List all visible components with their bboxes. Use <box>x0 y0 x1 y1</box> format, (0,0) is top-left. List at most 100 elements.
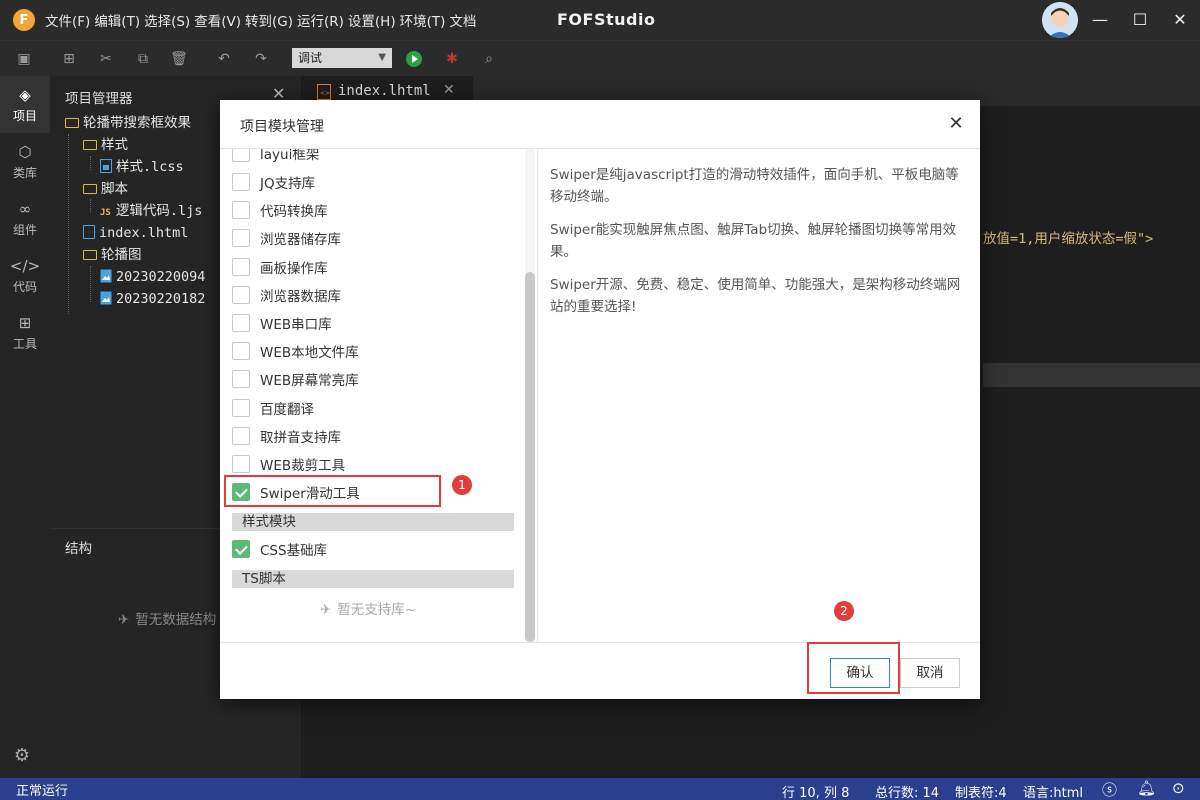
dollar-icon[interactable]: ⓢ <box>1102 779 1117 800</box>
library-label: 取拼音支持库 <box>260 430 341 446</box>
menu-file[interactable]: 文件(F) <box>45 10 90 30</box>
library-list[interactable]: layui框架 JQ支持库 代码转换库 浏览器储存库 画板操作库 浏览器数据库 … <box>220 149 535 642</box>
activity-code[interactable]: </> 代码 <box>0 247 50 304</box>
avatar-icon <box>1042 2 1078 38</box>
close-window-icon[interactable]: ✕ <box>1168 8 1192 32</box>
checkbox[interactable] <box>232 173 250 191</box>
library-item[interactable]: 代码转换库 <box>232 196 328 224</box>
menu-run[interactable]: 运行(R) <box>297 10 344 30</box>
checkbox-checked[interactable] <box>232 540 250 558</box>
tree-guide <box>68 134 69 314</box>
activity-project-label: 项目 <box>12 108 37 123</box>
menu-goto[interactable]: 转到(G) <box>245 10 293 30</box>
library-item[interactable]: 画板操作库 <box>232 253 328 281</box>
checkbox[interactable] <box>232 342 250 360</box>
library-label: 画板操作库 <box>260 261 328 277</box>
bell-icon[interactable]: 🔔︎ <box>1137 779 1156 797</box>
library-item[interactable]: WEB屏幕常亮库 <box>232 365 359 393</box>
checkbox[interactable] <box>232 455 250 473</box>
library-item[interactable]: 百度翻译 <box>232 394 314 422</box>
maximize-icon[interactable]: ☐ <box>1128 8 1152 32</box>
annotation-box-swiper <box>224 475 441 507</box>
tree-file-lhtml[interactable]: index.lhtml <box>83 222 188 244</box>
tree-folder-script[interactable]: 脚本 <box>83 178 128 200</box>
save-icon[interactable]: ▣ <box>15 50 33 68</box>
checkbox[interactable] <box>232 399 250 417</box>
checkbox[interactable] <box>232 229 250 247</box>
checkbox[interactable] <box>232 314 250 332</box>
app-title: FOFStudio <box>557 10 656 29</box>
checkbox[interactable] <box>232 201 250 219</box>
code-line[interactable]: 放值=1,用户缩放状态=假"> <box>983 227 1153 247</box>
copy-icon[interactable]: ⧉ <box>134 50 152 68</box>
redo-icon[interactable]: ↷ <box>252 50 270 68</box>
new-file-icon[interactable]: ⊞ <box>60 50 78 68</box>
section-style-modules: 样式模块 <box>232 513 514 531</box>
menu-select[interactable]: 选择(S) <box>144 10 190 30</box>
library-item[interactable]: WEB裁剪工具 <box>232 450 345 478</box>
activity-components[interactable]: ∞ 组件 <box>0 190 50 247</box>
library-item[interactable]: 取拼音支持库 <box>232 422 341 450</box>
status-state: 正常运行 <box>16 784 69 799</box>
library-item[interactable]: WEB串口库 <box>232 309 332 337</box>
menu-docs[interactable]: 文档 <box>449 10 476 30</box>
tree-file-ljs[interactable]: JS 逻辑代码.ljs <box>100 200 202 222</box>
library-label: 百度翻译 <box>260 402 314 418</box>
activity-tools[interactable]: ⊞ 工具 <box>0 304 50 361</box>
library-item[interactable]: layui框架 <box>232 149 319 167</box>
debug-bug-icon[interactable]: ✱ <box>443 50 461 68</box>
menu-edit[interactable]: 编辑(T) <box>94 10 140 30</box>
folder-icon <box>83 250 97 260</box>
checkbox[interactable] <box>232 370 250 388</box>
close-dialog-icon[interactable]: ✕ <box>945 113 967 135</box>
tab-close-icon[interactable]: ✕ <box>443 82 455 98</box>
undo-icon[interactable]: ↶ <box>215 50 233 68</box>
library-item-css[interactable]: CSS基础库 <box>232 535 327 563</box>
tree-label: 脚本 <box>101 181 128 197</box>
tree-file-image-2[interactable]: 20230220182 <box>100 288 205 310</box>
checkbox[interactable] <box>232 149 250 162</box>
run-mode-select[interactable]: 调试 ▼ <box>292 48 392 68</box>
menu-view[interactable]: 查看(V) <box>194 10 241 30</box>
activity-library[interactable]: ⬡ 类库 <box>0 133 50 190</box>
cancel-button[interactable]: 取消 <box>900 658 960 688</box>
library-label: 代码转换库 <box>260 204 328 220</box>
account-icon[interactable]: ⊙ <box>1172 779 1185 797</box>
structure-empty-text: ✈ 暂无数据结构 <box>118 608 216 628</box>
status-cursor-position[interactable]: 行 10, 列 8 <box>782 782 849 800</box>
no-library-text: ✈ 暂无支持库~ <box>320 598 416 618</box>
tree-folder-root[interactable]: 轮播带搜索框效果 <box>65 112 191 134</box>
user-avatar[interactable] <box>1042 2 1078 38</box>
tree-file-lcss[interactable]: 样式.lcss <box>100 156 184 178</box>
library-item[interactable]: 浏览器储存库 <box>232 224 341 252</box>
tree-file-image-1[interactable]: 20230220094 <box>100 266 205 288</box>
status-language[interactable]: 语言:html <box>1023 782 1083 800</box>
activity-library-label: 类库 <box>12 165 37 180</box>
library-item[interactable]: 浏览器数据库 <box>232 281 341 309</box>
checkbox[interactable] <box>232 258 250 276</box>
description-paragraph: Swiper开源、免费、稳定、使用简单、功能强大，是架构移动终端网站的重要选择! <box>550 277 961 315</box>
menu-environment[interactable]: 环境(T) <box>400 10 446 30</box>
checkbox[interactable] <box>232 286 250 304</box>
tree-folder-carousel[interactable]: 轮播图 <box>83 244 142 266</box>
js-file-icon: JS <box>100 208 111 218</box>
settings-gear-icon[interactable]: ⚙ <box>10 745 34 769</box>
library-item[interactable]: WEB本地文件库 <box>232 337 359 365</box>
menu-settings[interactable]: 设置(H) <box>348 10 396 30</box>
run-icon[interactable] <box>405 50 423 68</box>
status-tab-size[interactable]: 制表符:4 <box>955 782 1007 800</box>
delete-icon[interactable]: 🗑 <box>170 50 188 68</box>
tree-label: 轮播图 <box>101 247 142 263</box>
checkbox[interactable] <box>232 427 250 445</box>
minimize-icon[interactable]: — <box>1088 8 1112 32</box>
activity-project[interactable]: ◈ 项目 <box>0 76 50 133</box>
chevron-down-icon: ▼ <box>378 52 386 63</box>
search-file-icon[interactable]: ⌕ <box>480 50 498 68</box>
image-file-icon <box>100 291 112 305</box>
library-item[interactable]: JQ支持库 <box>232 168 315 196</box>
tree-label: 样式 <box>101 137 128 153</box>
library-label: JQ支持库 <box>260 176 316 192</box>
cut-icon[interactable]: ✂ <box>97 50 115 68</box>
tree-folder-style[interactable]: 样式 <box>83 134 128 156</box>
scrollbar-thumb[interactable] <box>525 272 535 642</box>
